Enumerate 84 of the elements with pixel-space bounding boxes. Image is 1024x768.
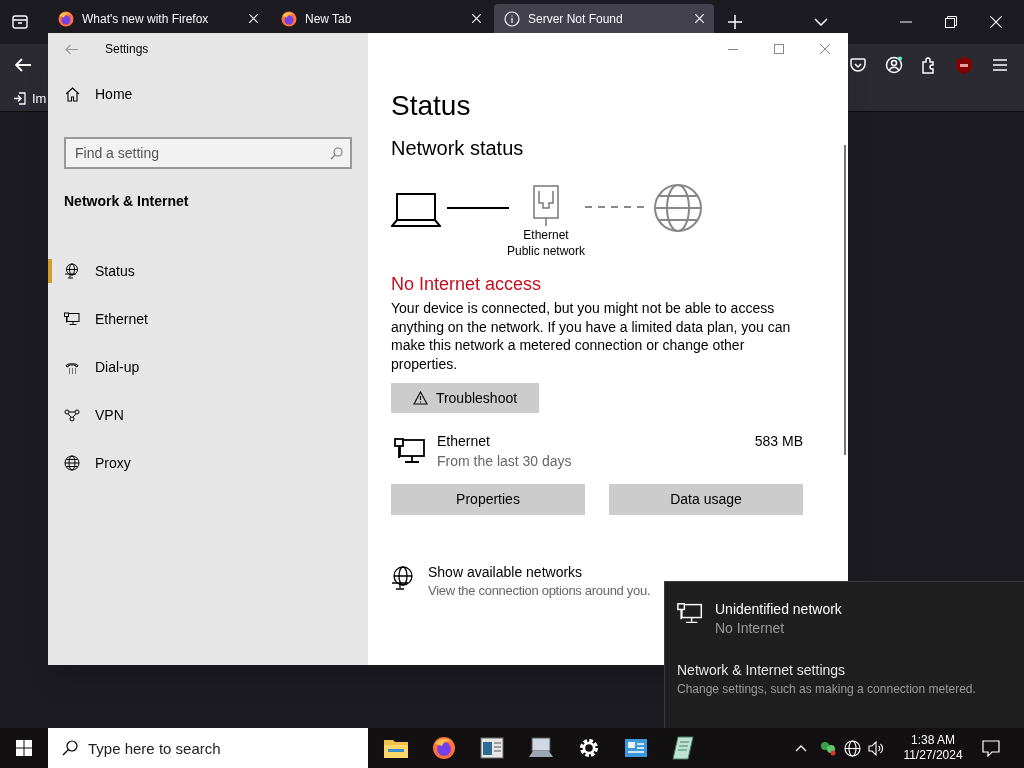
- scrollbar[interactable]: [844, 145, 846, 455]
- network-status: No Internet: [715, 619, 786, 638]
- menu-icon[interactable]: [993, 59, 1007, 71]
- globe-icon[interactable]: [844, 739, 861, 757]
- firefox-icon[interactable]: [432, 736, 456, 760]
- globe-monitor-icon[interactable]: [391, 566, 415, 591]
- status-message: Your device is connected, but you might not be able to access anything on the network. If you have a limited data plan, you can make this network a metered connection or change other properties.: [391, 299, 792, 373]
- globe-icon: [64, 455, 80, 471]
- action-button[interactable]: Properties: [391, 484, 585, 515]
- computer-app-icon[interactable]: [528, 737, 554, 759]
- info-icon: [504, 10, 520, 27]
- notepad-icon[interactable]: [672, 736, 694, 760]
- maximize-icon[interactable]: [774, 44, 784, 54]
- adapter-label: Ethernet: [523, 227, 569, 243]
- usage-period: From the last 30 days: [437, 452, 573, 470]
- nav-item[interactable]: Proxy: [48, 439, 368, 487]
- ethernet-monitor-icon: [677, 603, 703, 624]
- volume-icon[interactable]: [868, 740, 884, 756]
- available-networks-link[interactable]: Show available networks: [428, 563, 651, 581]
- vpn-icon: [64, 408, 80, 422]
- browser-tab[interactable]: New Tab: [271, 4, 491, 33]
- globe-icon: [653, 183, 703, 233]
- tab-list-chevron-icon[interactable]: [814, 18, 828, 26]
- nav-item[interactable]: Ethernet: [48, 295, 368, 343]
- search-icon: [330, 147, 343, 160]
- tab-title: Server Not Found: [528, 10, 624, 28]
- minimize-icon[interactable]: [728, 48, 738, 50]
- restore-icon[interactable]: [945, 16, 957, 28]
- troubleshoot-button[interactable]: Troubleshoot: [391, 383, 539, 413]
- account-icon[interactable]: [885, 56, 903, 74]
- browser-tab[interactable]: Server Not Found: [494, 4, 714, 33]
- data-usage-amount: 583 MB: [754, 432, 803, 450]
- nav-item[interactable]: VPN: [48, 391, 368, 439]
- window-app-icon[interactable]: [480, 737, 504, 759]
- firefox-icon: [58, 10, 74, 27]
- new-tab-icon[interactable]: [728, 15, 742, 29]
- time-label: 1:38 AM: [911, 733, 955, 748]
- tray-app-icon[interactable]: [819, 740, 837, 756]
- search-field[interactable]: Find a setting: [64, 137, 352, 169]
- extensions-icon[interactable]: [921, 56, 937, 74]
- start-icon[interactable]: [16, 740, 32, 756]
- settings-hint: Change settings, such as making a connection metered.: [677, 681, 977, 697]
- chevron-up-icon[interactable]: [795, 744, 807, 752]
- firefox-icon: [281, 10, 297, 27]
- tab-title: New Tab: [305, 10, 353, 28]
- page-title: Status: [391, 89, 472, 123]
- clock[interactable]: 1:38 AM 11/27/2024: [896, 733, 970, 763]
- network-type-label: Public network: [506, 243, 585, 259]
- connection-name: Ethernet: [437, 432, 491, 450]
- settings-icon[interactable]: [578, 737, 600, 759]
- shield-icon[interactable]: [956, 56, 972, 74]
- connection-line: [447, 207, 509, 209]
- section-heading: Network & Internet: [64, 192, 190, 211]
- home-icon[interactable]: [65, 86, 80, 102]
- tab-title: What's new with Firefox: [82, 10, 210, 28]
- tab-list-icon[interactable]: [12, 15, 28, 29]
- action-button[interactable]: Data usage: [609, 484, 803, 515]
- folder-icon[interactable]: [384, 738, 408, 758]
- settings-link[interactable]: Network & Internet settings: [677, 661, 1024, 679]
- home-link[interactable]: Home: [95, 83, 133, 105]
- control-panel-icon[interactable]: [624, 738, 648, 758]
- ethernet-monitor-icon: [394, 438, 426, 464]
- error-heading: No Internet access: [391, 273, 543, 295]
- phone-icon: [65, 360, 79, 374]
- bookmark-link[interactable]: Im: [32, 88, 47, 109]
- taskbar-search-field[interactable]: Type here to search: [48, 728, 368, 768]
- ethernet-monitor-icon: [64, 312, 80, 326]
- warning-icon: [412, 391, 428, 405]
- globe-monitor-icon: [64, 263, 80, 279]
- window-title: Settings: [105, 41, 149, 58]
- dashed-connection-line: [585, 206, 647, 208]
- laptop-icon: [391, 193, 441, 228]
- pocket-icon[interactable]: [850, 57, 866, 73]
- nav-item[interactable]: Status: [48, 247, 368, 295]
- section-heading: Network status: [391, 136, 525, 161]
- available-networks-description: View the connection options around you.: [428, 582, 651, 600]
- nav-item[interactable]: Dial-up: [48, 343, 368, 391]
- ethernet-port-icon: [531, 185, 561, 227]
- search-icon: [62, 740, 78, 756]
- date-label: 11/27/2024: [903, 748, 963, 763]
- browser-tab[interactable]: What's new with Firefox: [48, 4, 268, 33]
- network-name[interactable]: Unidentified network: [715, 600, 842, 619]
- import-icon[interactable]: [13, 92, 26, 105]
- notification-icon[interactable]: [982, 739, 1000, 757]
